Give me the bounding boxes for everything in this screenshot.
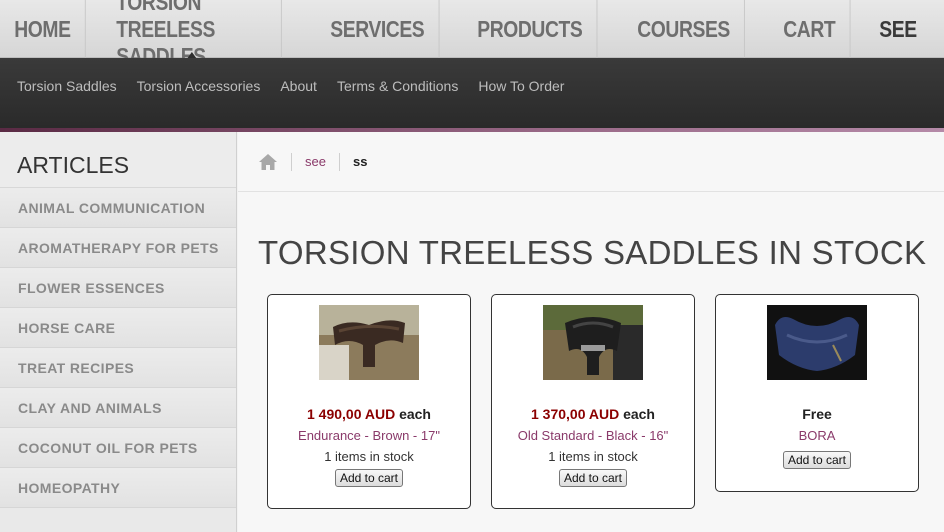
- price-amount: Free: [802, 406, 832, 422]
- main-content: see ss TORSION TREELESS SADDLES IN STOCK…: [238, 132, 944, 532]
- nav-cart[interactable]: CART: [769, 0, 850, 58]
- product-card: Free BORA Add to cart: [715, 294, 919, 492]
- sidebar-item-aromatherapy-for-pets[interactable]: AROMATHERAPY FOR PETS: [0, 228, 236, 268]
- sidebar-item-clay-and-animals[interactable]: CLAY AND ANIMALS: [0, 388, 236, 428]
- nav-courses[interactable]: COURSES: [623, 0, 746, 58]
- breadcrumb-link-see[interactable]: see: [305, 154, 326, 169]
- product-price: Free: [716, 406, 918, 422]
- nav-products[interactable]: PRODUCTS: [463, 0, 598, 58]
- product-image[interactable]: [319, 305, 419, 380]
- stock-status: 1 items in stock: [324, 449, 414, 464]
- subnav-torsion-accessories[interactable]: Torsion Accessories: [137, 78, 261, 94]
- breadcrumb-current: ss: [352, 154, 368, 169]
- subnav-about[interactable]: About: [280, 78, 317, 94]
- product-card: 1 370,00 AUD each Old Standard - Black -…: [491, 294, 695, 509]
- sidebar-item-horse-care[interactable]: HORSE CARE: [0, 308, 236, 348]
- price-unit: each: [399, 406, 431, 422]
- subnav-terms-conditions[interactable]: Terms & Conditions: [337, 78, 458, 94]
- breadcrumb: see ss: [238, 132, 944, 192]
- breadcrumb-separator: [291, 152, 292, 171]
- product-image[interactable]: [767, 305, 867, 380]
- nav-see[interactable]: SEE: [865, 0, 931, 58]
- product-price: 1 490,00 AUD each: [268, 406, 470, 422]
- sub-navigation: Torsion Saddles Torsion Accessories Abou…: [0, 58, 944, 128]
- product-image[interactable]: [543, 305, 643, 380]
- sidebar: ARTICLES ANIMAL COMMUNICATION AROMATHERA…: [0, 132, 237, 532]
- nav-services[interactable]: SERVICES: [316, 0, 440, 58]
- sidebar-heading: ARTICLES: [0, 132, 236, 188]
- product-name-link[interactable]: Old Standard - Black - 16": [492, 428, 694, 443]
- nav-torsion-treeless-saddles[interactable]: TORSION TREELESS SADDLES: [102, 0, 283, 69]
- sidebar-item-treat-recipes[interactable]: TREAT RECIPES: [0, 348, 236, 388]
- price-amount: 1 490,00 AUD: [306, 406, 396, 422]
- main-navigation: HOME TORSION TREELESS SADDLES SERVICES P…: [0, 0, 944, 69]
- nav-home[interactable]: HOME: [0, 0, 86, 58]
- add-to-cart-button[interactable]: Add to cart: [558, 469, 628, 487]
- sidebar-item-animal-communication[interactable]: ANIMAL COMMUNICATION: [0, 188, 236, 228]
- breadcrumb-separator: [338, 152, 340, 171]
- product-name-link[interactable]: Endurance - Brown - 17": [268, 428, 470, 443]
- stock-status: 1 items in stock: [548, 449, 638, 464]
- sidebar-item-flower-essences[interactable]: FLOWER ESSENCES: [0, 268, 236, 308]
- product-card: 1 490,00 AUD each Endurance - Brown - 17…: [267, 294, 471, 509]
- subnav-how-to-order[interactable]: How To Order: [478, 78, 564, 94]
- subnav-torsion-saddles[interactable]: Torsion Saddles: [17, 78, 117, 94]
- product-price: 1 370,00 AUD each: [492, 406, 694, 422]
- add-to-cart-button[interactable]: Add to cart: [334, 469, 404, 487]
- page-title: TORSION TREELESS SADDLES IN STOCK: [258, 234, 927, 271]
- price-unit: each: [623, 406, 655, 422]
- product-name-link[interactable]: BORA: [716, 428, 918, 443]
- add-to-cart-button[interactable]: Add to cart: [782, 451, 852, 469]
- price-amount: 1 370,00 AUD: [530, 406, 620, 422]
- sidebar-item-coconut-oil-for-pets[interactable]: COCONUT OIL FOR PETS: [0, 428, 236, 468]
- sidebar-item-homeopathy[interactable]: HOMEOPATHY: [0, 468, 236, 508]
- home-icon[interactable]: [258, 153, 278, 171]
